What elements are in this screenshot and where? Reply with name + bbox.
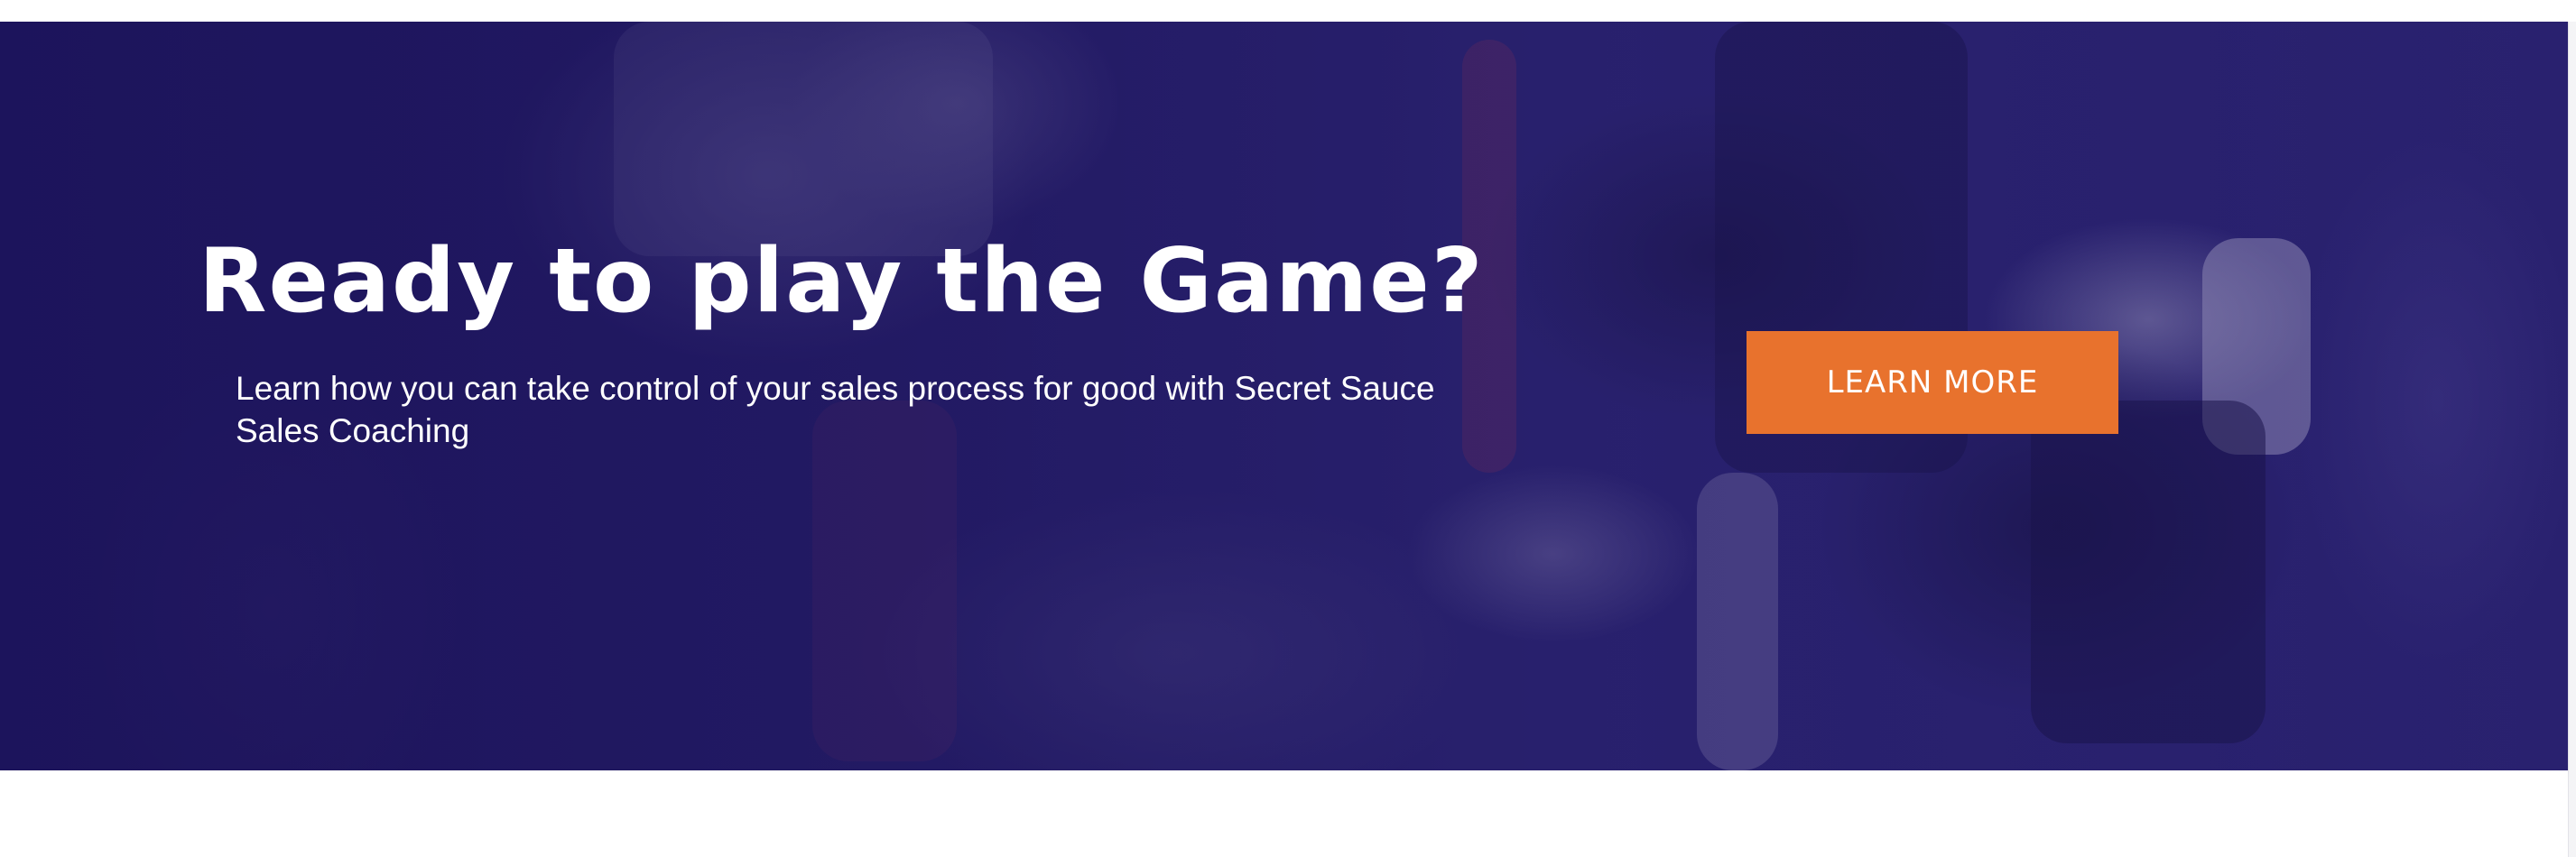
page: Ready to play the Game? Learn how you ca… xyxy=(0,0,2576,857)
hero-subtext: Learn how you can take control of your s… xyxy=(236,370,1435,449)
hero-banner: Ready to play the Game? Learn how you ca… xyxy=(0,22,2568,770)
scrollbar-track[interactable] xyxy=(2568,22,2576,857)
top-divider xyxy=(0,0,2576,23)
learn-more-button[interactable]: LEARN MORE xyxy=(1747,331,2118,434)
hero-headline: Ready to play the Game? xyxy=(199,230,1485,333)
